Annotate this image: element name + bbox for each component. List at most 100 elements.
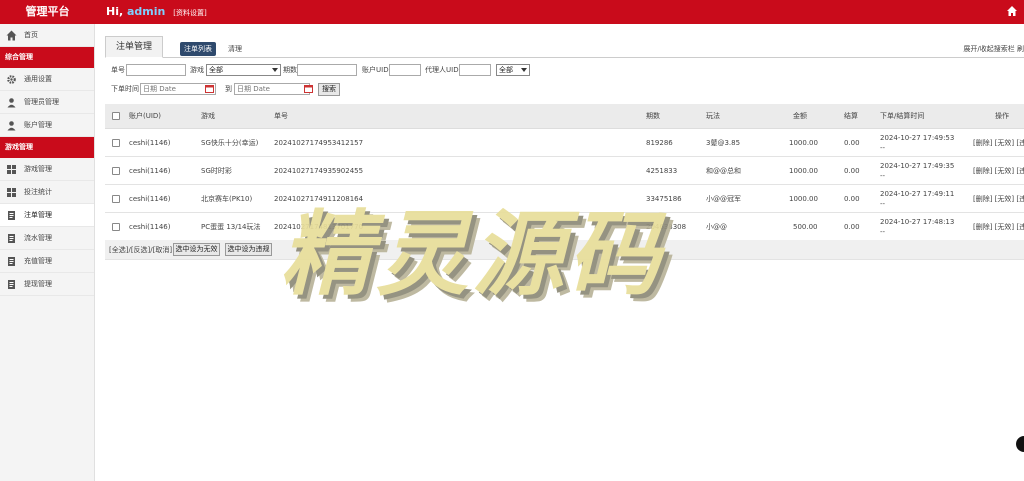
cell-game: SG快乐十分(幸运): [201, 138, 259, 147]
settle-time: --: [880, 171, 886, 180]
sidebar-item-label: 游戏管理: [24, 165, 52, 173]
cell-game: SG时时彩: [201, 166, 232, 175]
order-no-input[interactable]: [126, 64, 186, 76]
sidebar-item-flow[interactable]: 流水管理: [0, 227, 94, 250]
home-icon: [6, 30, 17, 41]
greeting: Hi, admin [资料设置]: [106, 0, 207, 24]
sidebar-item-games[interactable]: 游戏管理: [0, 158, 94, 181]
cell-actions[interactable]: [删除] [无效] [违规: [973, 129, 1024, 156]
col-time: 下单/结算时间: [880, 112, 925, 120]
cell-game: PC蛋蛋 13/14玩法: [201, 222, 261, 231]
cell-time: 2024-10-27 17:49:35 --: [880, 157, 954, 184]
cell-actions[interactable]: [删除] [无效] [违规: [973, 157, 1024, 184]
sidebar-item-settings[interactable]: 通用设置: [0, 68, 94, 91]
order-no-label: 单号: [111, 66, 125, 74]
cell-amount: 1000.00: [789, 138, 818, 147]
calendar-icon[interactable]: [304, 84, 313, 93]
document-icon: [8, 257, 15, 266]
top-bar: 管理平台 Hi, admin [资料设置]: [0, 0, 1024, 24]
col-period: 期数: [646, 112, 660, 120]
col-account: 账户(UID): [129, 112, 162, 120]
gear-icon: [7, 75, 16, 84]
sidebar-item-withdraw[interactable]: 提现管理: [0, 273, 94, 296]
col-play: 玩法: [706, 112, 720, 120]
col-game: 游戏: [201, 112, 215, 120]
period-input[interactable]: [297, 64, 357, 76]
toggle-search-link[interactable]: 展开/收起搜索栏 刷: [963, 44, 1024, 54]
calendar-icon[interactable]: [205, 84, 214, 93]
sidebar-item-label: 充值管理: [24, 257, 52, 265]
document-icon: [8, 280, 15, 289]
period-label: 期数: [283, 66, 297, 74]
agent-scope-value: 全部: [499, 66, 513, 74]
account-uid-label: 账户UID: [362, 66, 389, 74]
mark-violation-button[interactable]: 选中设为违规: [225, 243, 272, 256]
tab-order-list[interactable]: 注单列表: [180, 42, 216, 56]
tab-order-management[interactable]: 注单管理: [105, 36, 163, 58]
cell-amount: 1000.00: [789, 166, 818, 175]
cell-actions[interactable]: [删除] [无效] [违规: [973, 185, 1024, 212]
sidebar-item-recharge[interactable]: 充值管理: [0, 250, 94, 273]
sidebar-item-accounts[interactable]: 账户管理: [0, 114, 94, 137]
cell-time: 2024-10-27 17:49:53 --: [880, 129, 954, 156]
select-all-checkbox[interactable]: [112, 104, 120, 128]
sidebar-item-home[interactable]: 首页: [0, 24, 94, 47]
chevron-down-icon: [521, 68, 527, 72]
sidebar-item-orders[interactable]: 注单管理: [0, 204, 94, 227]
agent-uid-input[interactable]: [459, 64, 491, 76]
sidebar-item-label: 账户管理: [24, 121, 52, 129]
cell-account: ceshi(1146): [129, 194, 171, 203]
mark-invalid-button[interactable]: 选中设为无效: [173, 243, 220, 256]
cell-account: ceshi(1146): [129, 166, 171, 175]
sidebar-item-admins[interactable]: 管理员管理: [0, 91, 94, 114]
home-icon[interactable]: [1006, 5, 1018, 17]
tab-clean[interactable]: 清理: [228, 42, 242, 56]
sidebar: 首页 综合管理 通用设置 管理员管理 账户管理 游戏管理 游戏管理 投注统计 注…: [0, 24, 95, 481]
row-checkbox[interactable]: [112, 185, 120, 212]
account-uid-input[interactable]: [389, 64, 421, 76]
order-time: 2024-10-27 17:49:53: [880, 133, 955, 142]
cell-time: 2024-10-27 17:49:11 --: [880, 185, 954, 212]
cell-period: 819286: [646, 138, 673, 147]
cell-actions[interactable]: [删除] [无效] [违规: [973, 213, 1024, 240]
col-order-no: 单号: [274, 112, 288, 120]
row-checkbox[interactable]: [112, 129, 120, 156]
brand-title: 管理平台: [25, 5, 70, 18]
order-time-label: 下单时间: [111, 85, 139, 93]
row-checkbox[interactable]: [112, 213, 120, 240]
sidebar-section-general: 综合管理: [0, 47, 94, 68]
user-name[interactable]: admin: [127, 5, 165, 18]
cell-settle: 0.00: [844, 194, 860, 203]
order-time: 2024-10-27 17:49:11: [880, 189, 955, 198]
user-icon: [7, 121, 16, 131]
order-time: 2024-10-27 17:49:35: [880, 161, 955, 170]
to-label: 到: [225, 85, 232, 93]
cell-play: 3鼙@3.85: [706, 138, 741, 147]
cell-amount: 500.00: [793, 222, 818, 231]
tabs-row: 注单管理 注单列表 清理 展开/收起搜索栏 刷: [105, 36, 1024, 58]
agent-scope-select[interactable]: 全部: [496, 64, 530, 76]
game-label: 游戏: [190, 66, 204, 74]
user-icon: [7, 98, 16, 108]
game-select-value: 全部: [209, 66, 223, 74]
chevron-down-icon: [272, 68, 278, 72]
cell-play: 小@@: [706, 222, 727, 231]
search-button[interactable]: 搜索: [318, 83, 340, 96]
col-actions: 操作: [995, 112, 1009, 120]
profile-settings-link[interactable]: [资料设置]: [173, 9, 206, 17]
sidebar-item-bet-stats[interactable]: 投注统计: [0, 181, 94, 204]
sidebar-item-label: 注单管理: [24, 211, 52, 219]
game-select[interactable]: 全部: [206, 64, 281, 76]
order-time: 2024-10-27 17:48:13: [880, 217, 955, 226]
greeting-prefix: Hi,: [106, 5, 124, 18]
sidebar-item-label: 通用设置: [24, 75, 52, 83]
cell-settle: 0.00: [844, 138, 860, 147]
end-date-input[interactable]: [234, 83, 310, 95]
cell-time: 2024-10-27 17:48:13 --: [880, 213, 954, 240]
sidebar-section-game: 游戏管理: [0, 137, 94, 158]
row-checkbox[interactable]: [112, 157, 120, 184]
table-row: ceshi(1146) SG快乐十分(幸运) 20241027174953412…: [105, 129, 1024, 157]
grid-icon: [7, 165, 16, 174]
checkbox-box: [112, 112, 120, 120]
select-toggle-links[interactable]: [全选]/[反选]/[取消]: [109, 244, 172, 256]
